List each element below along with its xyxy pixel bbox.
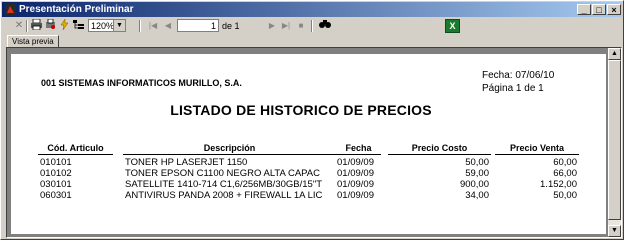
report-title: LISTADO DE HISTORICO DE PRECIOS	[170, 102, 432, 118]
maximize-button[interactable]: □	[592, 4, 606, 15]
prev-page-icon[interactable]: ◀	[163, 19, 173, 33]
cell-precio-venta: 66,00	[553, 168, 577, 179]
cell-descripcion: TONER HP LASERJET 1150	[125, 157, 248, 168]
cell-precio-costo: 900,00	[459, 179, 489, 190]
tab-strip: Vista previa	[2, 35, 622, 49]
window-title: Presentación Preliminar	[19, 4, 134, 15]
vertical-scrollbar[interactable]: ▲ ▼	[608, 48, 621, 237]
cell-codigo: 060301	[40, 190, 72, 201]
preview-window: Presentación Preliminar _ □ × ✕ 120% ▼ |…	[0, 0, 624, 240]
cell-precio-venta: 60,00	[553, 157, 577, 168]
close-button[interactable]: ×	[607, 4, 621, 15]
cell-descripcion: ANTIVIRUS PANDA 2008 + FIREWALL 1A LIC	[125, 190, 323, 201]
cell-fecha: 01/09/09	[337, 190, 374, 201]
toolbar: ✕ 120% ▼ |◀ ◀ 1 de 1 ▶ ▶| ■ X	[2, 18, 622, 35]
scroll-up-icon[interactable]: ▲	[608, 48, 621, 60]
next-page-icon[interactable]: ▶	[267, 19, 277, 33]
report-page-number: Página 1 de 1	[482, 83, 544, 94]
cell-precio-costo: 50,00	[465, 157, 489, 168]
toolbar-separator	[311, 20, 313, 32]
report-meta: Fecha: 07/06/10 Página 1 de 1	[482, 69, 554, 95]
scroll-down-icon[interactable]: ▼	[608, 225, 621, 237]
page-number-input[interactable]: 1	[177, 19, 219, 32]
last-page-icon[interactable]: ▶|	[281, 19, 291, 33]
cell-precio-venta: 1.152,00	[540, 179, 577, 190]
report-date: Fecha: 07/06/10	[482, 70, 555, 81]
scroll-thumb[interactable]	[608, 60, 621, 220]
cell-descripcion: TONER EPSON C1100 NEGRO ALTA CAPAC	[125, 168, 320, 179]
cell-descripcion: SATELLITE 1410-714 C1,6/256MB/30GB/15"T	[125, 179, 322, 190]
cell-codigo: 010101	[40, 157, 72, 168]
app-icon	[5, 4, 16, 15]
cell-codigo: 030101	[40, 179, 72, 190]
company-name: 001 SISTEMAS INFORMATICOS MURILLO, S.A.	[41, 78, 242, 88]
stop-icon[interactable]: ■	[296, 19, 306, 33]
minimize-button[interactable]: _	[577, 4, 591, 15]
chevron-down-icon[interactable]: ▼	[113, 20, 125, 31]
binoculars-icon[interactable]	[318, 19, 332, 33]
header-fecha: Fecha	[336, 142, 381, 155]
cell-precio-costo: 59,00	[465, 168, 489, 179]
header-precio-costo: Precio Costo	[388, 142, 491, 155]
cell-fecha: 01/09/09	[337, 157, 374, 168]
header-precio-venta: Precio Venta	[495, 142, 579, 155]
cell-codigo: 010102	[40, 168, 72, 179]
cell-precio-venta: 50,00	[553, 190, 577, 201]
close-icon[interactable]: ✕	[14, 19, 24, 33]
cell-precio-costo: 34,00	[465, 190, 489, 201]
print-icon[interactable]	[30, 18, 42, 33]
zoom-value: 120%	[91, 21, 115, 31]
preview-viewport: 001 SISTEMAS INFORMATICOS MURILLO, S.A. …	[6, 47, 622, 238]
zoom-select[interactable]: 120% ▼	[88, 19, 126, 32]
header-codigo: Cód. Articulo	[38, 142, 113, 155]
cell-fecha: 01/09/09	[337, 168, 374, 179]
toolbar-separator	[139, 20, 141, 32]
print-setup-icon[interactable]	[44, 18, 56, 33]
report-page: 001 SISTEMAS INFORMATICOS MURILLO, S.A. …	[11, 54, 606, 234]
excel-export-icon[interactable]: X	[445, 19, 460, 33]
first-page-icon[interactable]: |◀	[148, 19, 158, 33]
cell-fecha: 01/09/09	[337, 179, 374, 190]
toolbar-separator	[26, 20, 28, 32]
header-descripcion: Descripción	[123, 142, 336, 155]
export-lightning-icon[interactable]	[58, 18, 70, 33]
page-count-label: de 1	[222, 21, 240, 31]
title-bar[interactable]: Presentación Preliminar _ □ ×	[2, 2, 622, 17]
group-tree-icon[interactable]	[72, 19, 84, 33]
